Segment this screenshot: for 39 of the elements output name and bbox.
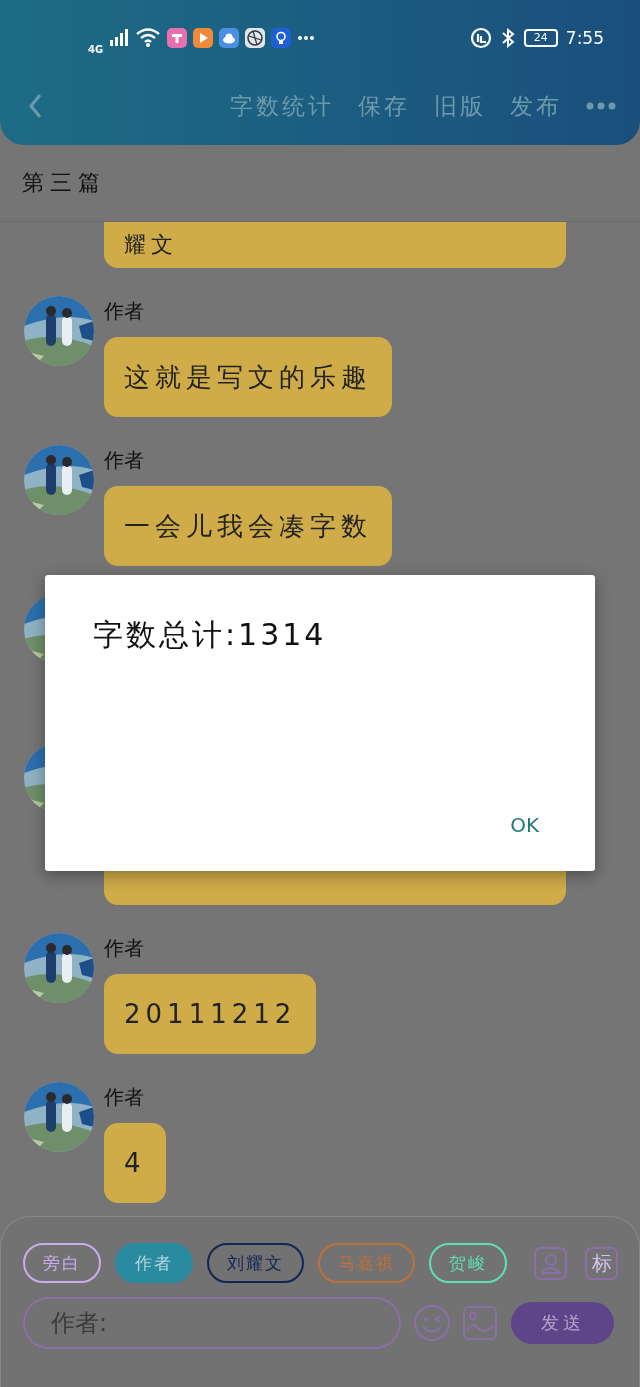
send-button[interactable]: 发送 [511, 1302, 614, 1344]
role-chip[interactable]: 贺峻 [429, 1243, 507, 1283]
emoji-icon[interactable] [413, 1304, 451, 1342]
author-name: 作者 [104, 1084, 144, 1111]
battery-indicator: 24 [523, 28, 558, 47]
message-bubble: 一会儿我会凑字数 [104, 486, 392, 566]
toolbar-action[interactable]: 字数统计 [230, 90, 334, 122]
toolbar-action[interactable]: 旧版 [434, 90, 486, 122]
toolbar-action[interactable]: 保存 [358, 90, 410, 122]
word-count-message: 字数总计:1314 [93, 616, 328, 654]
message-bubble: 20111212 [104, 974, 317, 1054]
document-title: 第三篇 [22, 169, 106, 197]
author-name: 作者 [104, 298, 144, 325]
message-bubble: 4 [104, 1123, 166, 1203]
author-name: 作者 [104, 935, 144, 962]
role-chip[interactable]: 刘耀文 [207, 1243, 304, 1283]
data-saver-icon [469, 26, 492, 49]
role-chip[interactable]: 作者 [115, 1243, 193, 1283]
app-icon [271, 27, 292, 48]
author-name: 作者 [104, 447, 144, 474]
mark-button[interactable]: 标 [585, 1246, 618, 1280]
image-icon[interactable] [463, 1306, 497, 1340]
back-icon[interactable] [26, 92, 44, 120]
app-icon [219, 27, 240, 48]
ok-button[interactable]: OK [500, 809, 549, 841]
role-chip[interactable]: 旁白 [23, 1243, 101, 1283]
app-icon [193, 27, 214, 48]
person-icon[interactable] [534, 1246, 567, 1280]
wifi-icon [135, 27, 162, 48]
app-icon [167, 27, 188, 48]
message-bubble: 耀文 [104, 222, 566, 268]
clock-time: 7:55 [565, 27, 604, 48]
more-icon [297, 33, 316, 42]
signal-icon [109, 28, 130, 47]
app-icon [245, 27, 266, 48]
network-type: 4G [88, 44, 104, 55]
toolbar-action[interactable]: 发布 [510, 90, 562, 122]
more-icon[interactable] [586, 101, 616, 111]
message-bubble: 这就是写文的乐趣 [104, 337, 392, 417]
